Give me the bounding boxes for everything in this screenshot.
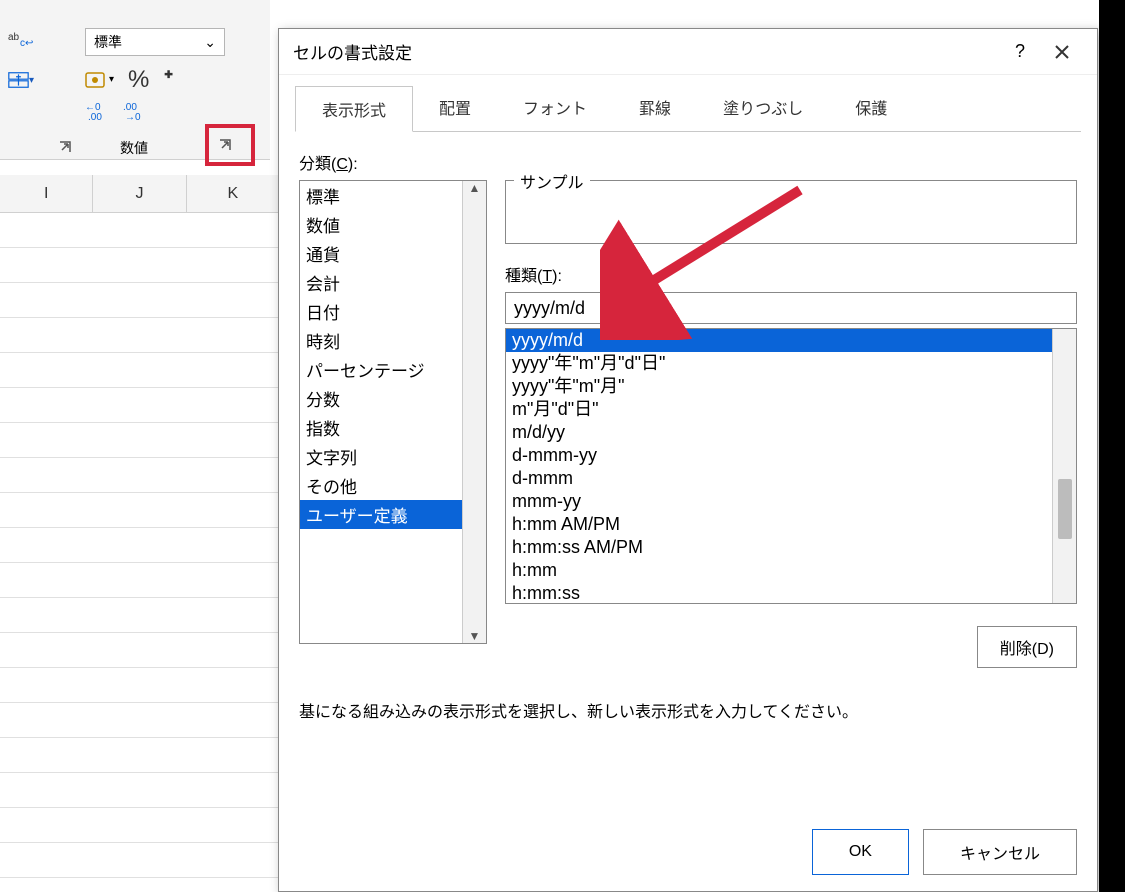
type-option[interactable]: h:mm AM/PM [506,513,1052,536]
grid-row[interactable] [0,353,280,388]
scroll-thumb[interactable] [1058,479,1072,539]
grid-row[interactable] [0,668,280,703]
tab-number-format[interactable]: 表示形式 [295,86,413,132]
category-item[interactable]: 数値 [300,210,462,239]
delete-button[interactable]: 削除(D) [977,626,1077,668]
comma-style-icon[interactable]: ᐩ [163,64,173,95]
tab-protection[interactable]: 保護 [829,85,913,131]
grid-row[interactable] [0,528,280,563]
type-scrollbar[interactable] [1052,329,1076,603]
grid-row[interactable] [0,598,280,633]
category-item[interactable]: 時刻 [300,326,462,355]
grid-row[interactable] [0,843,280,878]
svg-text:c↩: c↩ [20,38,33,49]
grid-row[interactable] [0,318,280,353]
type-option[interactable]: yyyy"年"m"月"d"日" [506,352,1052,375]
category-item[interactable]: ユーザー定義 [300,500,462,529]
ruby-icon[interactable]: abc↩ [8,28,34,50]
grid-row[interactable] [0,423,280,458]
help-button[interactable]: ? [999,36,1041,68]
type-listbox[interactable]: yyyy/m/d yyyy"年"m"月"d"日" yyyy"年"m"月" m"月… [505,328,1077,604]
category-item[interactable]: 指数 [300,413,462,442]
dialog-tabs: 表示形式 配置 フォント 罫線 塗りつぶし 保護 [295,85,1081,132]
grid-row[interactable] [0,388,280,423]
column-header[interactable]: J [93,175,186,212]
category-item[interactable]: その他 [300,471,462,500]
tab-border[interactable]: 罫線 [613,85,697,131]
type-option[interactable]: mmm-yy [506,490,1052,513]
type-option[interactable]: h:mm [506,559,1052,582]
category-item[interactable]: 日付 [300,297,462,326]
ok-button[interactable]: OK [812,829,909,875]
sample-label: サンプル [514,169,590,193]
type-option[interactable]: m/d/yy [506,421,1052,444]
type-label: 種類(T): [505,262,1077,286]
increase-decimal-icon[interactable]: ←0.00 [85,100,113,122]
accounting-format-icon[interactable]: ▾ [85,70,114,90]
type-option[interactable]: h:mm:ss [506,582,1052,603]
category-item[interactable]: パーセンテージ [300,355,462,384]
annotation-highlight [205,124,255,166]
grid-row[interactable] [0,808,280,843]
tab-fill[interactable]: 塗りつぶし [697,85,829,131]
type-option[interactable]: d-mmm-yy [506,444,1052,467]
category-item[interactable]: 分数 [300,384,462,413]
chevron-down-icon: ⌄ [204,34,216,51]
ribbon-left-icons: abc↩ ▾ [0,20,70,99]
type-option[interactable]: h:mm:ss AM/PM [506,536,1052,559]
type-input[interactable] [505,292,1077,324]
category-item[interactable]: 会計 [300,268,462,297]
window-edge [1099,0,1125,892]
type-option[interactable]: d-mmm [506,467,1052,490]
tab-alignment[interactable]: 配置 [413,85,497,131]
grid-row[interactable] [0,248,280,283]
dialog-launcher-left-icon[interactable] [58,140,72,154]
tab-font[interactable]: フォント [497,85,613,131]
grid-row[interactable] [0,633,280,668]
grid-row[interactable] [0,493,280,528]
category-item[interactable]: 標準 [300,181,462,210]
svg-text:ab: ab [8,32,20,43]
grid-row[interactable] [0,283,280,318]
type-option[interactable]: m"月"d"日" [506,398,1052,421]
number-format-select[interactable]: 標準 ⌄ [85,28,225,56]
svg-text:→0: →0 [125,112,141,122]
number-group-label: 数値 [120,138,148,158]
grid-row[interactable] [0,563,280,598]
sample-box: サンプル [505,180,1077,244]
category-scrollbar[interactable]: ▲ ▼ [462,181,486,643]
category-item[interactable]: 通貨 [300,239,462,268]
column-header[interactable]: I [0,175,93,212]
scroll-up-icon[interactable]: ▲ [469,181,481,195]
decrease-decimal-icon[interactable]: .00→0 [123,100,151,122]
scroll-down-icon[interactable]: ▼ [469,629,481,643]
number-format-value: 標準 [94,32,122,52]
grid-row[interactable] [0,703,280,738]
category-listbox[interactable]: 標準 数値 通貨 会計 日付 時刻 パーセンテージ 分数 指数 文字列 その他 … [299,180,487,644]
worksheet-grid[interactable]: I J K [0,175,280,892]
cancel-button[interactable]: キャンセル [923,829,1077,875]
category-item[interactable]: 文字列 [300,442,462,471]
category-label: 分類(C): [299,150,1077,174]
svg-text:.00: .00 [88,112,102,122]
format-cells-dialog: セルの書式設定 ? 表示形式 配置 フォント 罫線 塗りつぶし 保護 分類(C)… [278,28,1098,892]
column-header[interactable]: K [187,175,280,212]
grid-row[interactable] [0,773,280,808]
hint-text: 基になる組み込みの表示形式を選択し、新しい表示形式を入力してください。 [299,698,1077,722]
grid-row[interactable] [0,213,280,248]
dialog-title: セルの書式設定 [293,39,412,64]
close-button[interactable] [1041,36,1083,68]
type-option[interactable]: yyyy"年"m"月" [506,375,1052,398]
dialog-titlebar[interactable]: セルの書式設定 ? [279,29,1097,75]
grid-row[interactable] [0,458,280,493]
percent-icon[interactable]: % [128,66,149,94]
merge-icon[interactable]: ▾ [8,69,34,91]
grid-row[interactable] [0,738,280,773]
type-option[interactable]: yyyy/m/d [506,329,1052,352]
